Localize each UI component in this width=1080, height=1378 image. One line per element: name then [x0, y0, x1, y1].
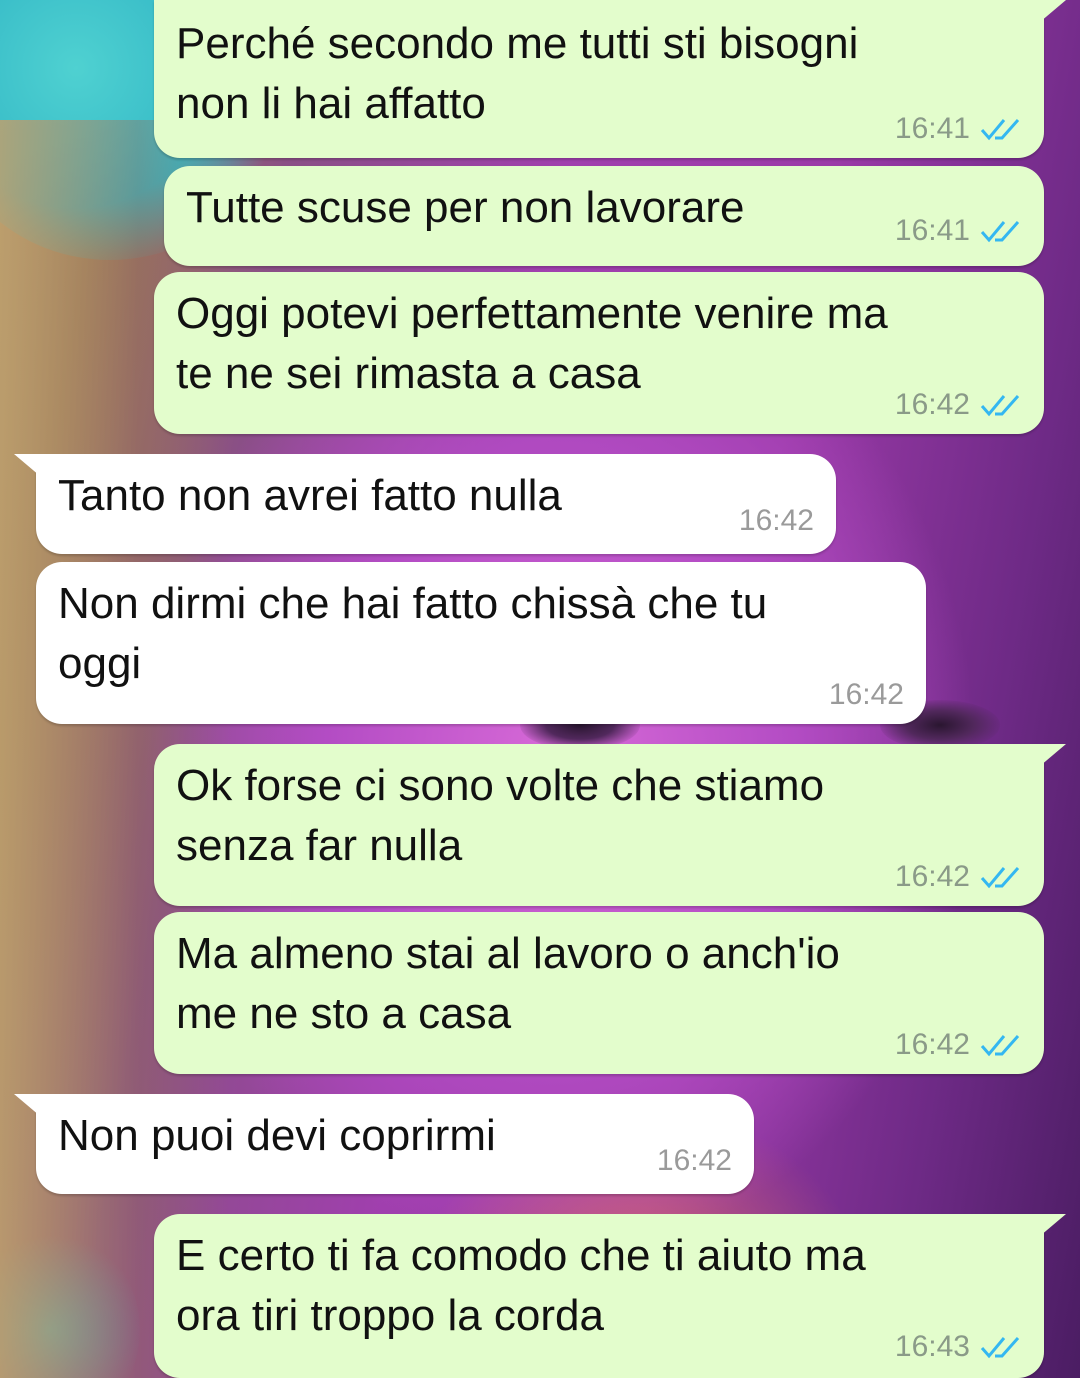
- message-time: 16:42: [894, 860, 970, 893]
- message-bubble-outgoing[interactable]: Oggi potevi perfettamente venire ma te n…: [154, 272, 1044, 434]
- message-meta: 16:42: [657, 1144, 732, 1178]
- message-meta: 16:42: [829, 678, 904, 712]
- message-text: Non puoi devi coprirmi: [58, 1111, 496, 1160]
- message-time: 16:42: [894, 1028, 970, 1061]
- message-bubble-incoming[interactable]: Non dirmi che hai fatto chissà che tu og…: [36, 562, 926, 724]
- message-meta: 16:41: [895, 214, 1022, 248]
- message-bubble-outgoing[interactable]: Perché secondo me tutti sti bisogni non …: [154, 0, 1066, 158]
- message-meta: 16:42: [895, 1028, 1022, 1062]
- double-check-read-icon: [980, 867, 1020, 889]
- message-text: Ma almeno stai al lavoro o anch'io me ne…: [176, 929, 840, 1038]
- message-meta: 16:42: [895, 388, 1022, 422]
- message-text: Oggi potevi perfettamente venire ma te n…: [176, 289, 888, 398]
- message-time: 16:42: [738, 504, 814, 537]
- message-meta: 16:41: [895, 112, 1022, 146]
- message-text: E certo ti fa comodo che ti aiuto ma ora…: [176, 1231, 866, 1340]
- message-time: 16:41: [894, 112, 970, 145]
- message-bubble-outgoing[interactable]: E certo ti fa comodo che ti aiuto ma ora…: [154, 1214, 1066, 1378]
- double-check-read-icon: [980, 1337, 1020, 1359]
- message-text: Ok forse ci sono volte che stiamo senza …: [176, 761, 825, 870]
- message-bubble-outgoing[interactable]: Ma almeno stai al lavoro o anch'io me ne…: [154, 912, 1044, 1074]
- message-time: 16:42: [894, 388, 970, 421]
- message-time: 16:41: [894, 214, 970, 247]
- message-meta: 16:42: [895, 860, 1022, 894]
- message-time: 16:42: [656, 1144, 732, 1177]
- message-time: 16:42: [828, 678, 904, 711]
- message-meta: 16:42: [739, 504, 814, 538]
- message-bubble-incoming[interactable]: Non puoi devi coprirmi 16:42: [14, 1094, 754, 1194]
- message-meta: 16:43: [895, 1330, 1022, 1364]
- double-check-read-icon: [980, 221, 1020, 243]
- message-bubble-incoming[interactable]: Tanto non avrei fatto nulla 16:42: [14, 454, 836, 554]
- double-check-read-icon: [980, 119, 1020, 141]
- message-text: Tanto non avrei fatto nulla: [58, 471, 562, 520]
- message-bubble-outgoing[interactable]: Tutte scuse per non lavorare 16:41: [164, 166, 1044, 266]
- message-text: Non dirmi che hai fatto chissà che tu og…: [58, 579, 768, 688]
- double-check-read-icon: [980, 395, 1020, 417]
- message-bubble-outgoing[interactable]: Ok forse ci sono volte che stiamo senza …: [154, 744, 1066, 906]
- double-check-read-icon: [980, 1035, 1020, 1057]
- message-time: 16:43: [894, 1330, 970, 1363]
